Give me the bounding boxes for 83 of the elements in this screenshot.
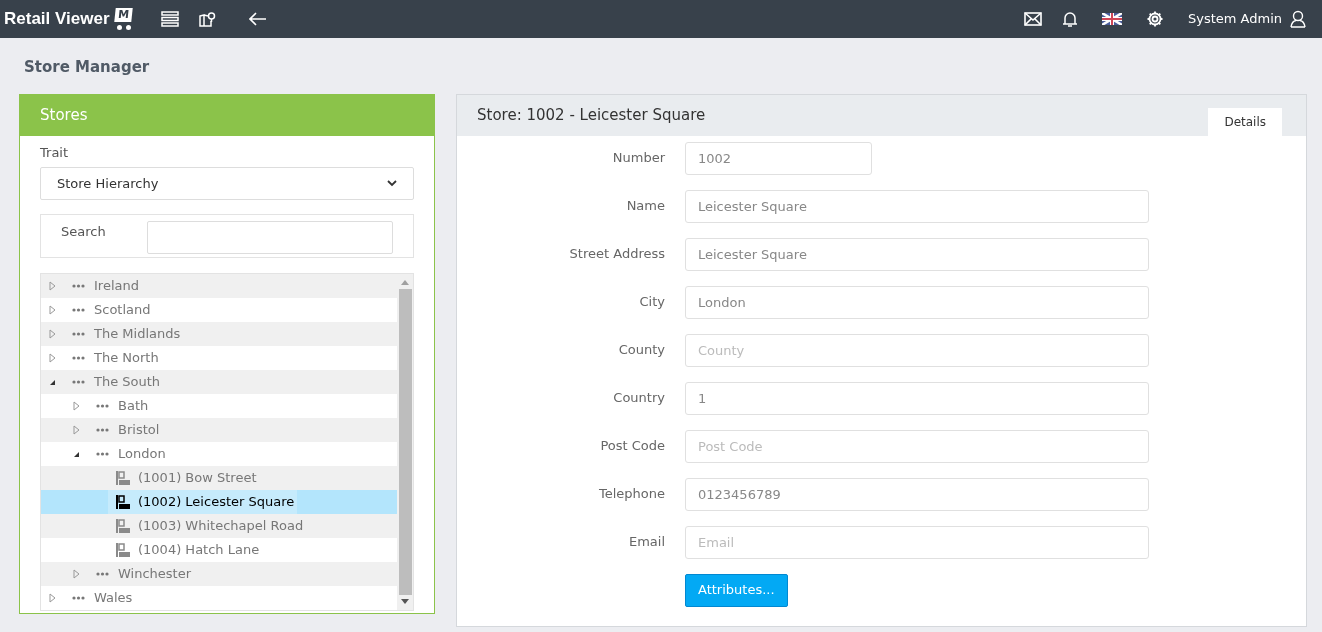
- tree-row[interactable]: Bristol: [41, 418, 397, 442]
- trait-select[interactable]: Store Hierarchy: [40, 167, 414, 200]
- tree-row[interactable]: (1002) Leicester Square: [41, 490, 397, 514]
- settings-icon[interactable]: [1145, 10, 1164, 28]
- tree-label: Wales: [94, 589, 133, 608]
- text-field[interactable]: London: [685, 285, 1149, 319]
- field-label: Street Address: [568, 245, 665, 264]
- text-field[interactable]: 1: [685, 381, 1149, 415]
- tree-label: Winchester: [118, 565, 192, 584]
- dots-icon: [72, 284, 85, 288]
- dots-icon: [72, 332, 85, 336]
- user-name[interactable]: System Admin: [1187, 9, 1282, 29]
- tree-label: Bristol: [118, 421, 160, 440]
- store-icon: [116, 519, 130, 533]
- tree-label: Ireland: [94, 277, 139, 296]
- tree-label: The South: [94, 373, 161, 392]
- page-title: Store Manager: [24, 57, 151, 78]
- details-tab[interactable]: Details: [1208, 107, 1282, 136]
- field-label: City: [638, 293, 665, 312]
- field-label: County: [617, 341, 665, 360]
- field-label: Telephone: [597, 485, 665, 504]
- tree-label: (1001) Bow Street: [138, 469, 257, 488]
- collapsed-caret-icon[interactable]: [49, 353, 56, 363]
- panel-title: Stores: [40, 104, 88, 126]
- tree-row[interactable]: Winchester: [41, 562, 397, 586]
- field-label: Email: [627, 533, 665, 552]
- field-label: Name: [625, 197, 665, 216]
- panel-title: Store: 1002 - Leicester Square: [477, 104, 706, 126]
- map-pin-icon[interactable]: [198, 11, 217, 27]
- dots-icon: [96, 452, 109, 456]
- tree-label: (1002) Leicester Square: [138, 493, 295, 512]
- tree-label: Scotland: [94, 301, 151, 320]
- chevron-down-icon: [387, 180, 397, 187]
- field-label: Search: [61, 223, 107, 241]
- scroll-down-icon[interactable]: [401, 599, 409, 604]
- tree-row[interactable]: (1003) Whitechapel Road: [41, 514, 397, 538]
- dots-icon: [72, 596, 85, 600]
- store-icon: [116, 543, 130, 557]
- tree-row[interactable]: (1001) Bow Street: [41, 466, 397, 490]
- text-field[interactable]: Email: [685, 525, 1149, 559]
- dots-icon: [96, 404, 109, 408]
- collapsed-caret-icon[interactable]: [73, 401, 80, 411]
- field-label: Country: [612, 389, 665, 408]
- tree-row[interactable]: The Midlands: [41, 322, 397, 346]
- flag-icon[interactable]: [1101, 13, 1122, 25]
- scrollbar[interactable]: [397, 274, 413, 610]
- dots-icon: [72, 380, 85, 384]
- tree-label: London: [118, 445, 166, 464]
- bell-icon[interactable]: [1061, 10, 1078, 28]
- dots-icon: [96, 428, 109, 432]
- tree-row[interactable]: Ireland: [41, 274, 397, 298]
- text-field[interactable]: Leicester Square: [685, 189, 1149, 223]
- dots-icon: [96, 572, 109, 576]
- expanded-caret-icon[interactable]: [49, 378, 56, 386]
- text-field[interactable]: Leicester Square: [685, 237, 1149, 271]
- store-icon: [116, 471, 130, 485]
- logo-text: Retail Viewer: [4, 8, 110, 31]
- field-label: Number: [611, 149, 665, 168]
- tree-row[interactable]: The South: [41, 370, 397, 394]
- back-arrow-icon[interactable]: [248, 12, 267, 26]
- attributes-button[interactable]: Attributes...: [685, 573, 788, 607]
- field-label: Post Code: [599, 437, 665, 456]
- cart-logo: M: [110, 0, 137, 34]
- mail-icon[interactable]: [1023, 12, 1042, 26]
- expanded-caret-icon[interactable]: [73, 450, 80, 458]
- tree-label: The Midlands: [94, 325, 181, 344]
- tree-label: Bath: [118, 397, 149, 416]
- menu-icon[interactable]: [160, 11, 179, 27]
- user-icon[interactable]: [1290, 10, 1306, 28]
- text-field[interactable]: County: [685, 333, 1149, 367]
- tree-label: (1004) Hatch Lane: [138, 541, 260, 560]
- text-field[interactable]: 0123456789: [685, 477, 1149, 511]
- tree-label: (1003) Whitechapel Road: [138, 517, 304, 536]
- store-icon: [116, 495, 130, 509]
- tree-label: The North: [94, 349, 159, 368]
- collapsed-caret-icon[interactable]: [49, 593, 56, 603]
- dots-icon: [72, 308, 85, 312]
- text-field[interactable]: Post Code: [685, 429, 1149, 463]
- collapsed-caret-icon[interactable]: [49, 305, 56, 315]
- search-field[interactable]: [147, 221, 393, 254]
- field-label: Trait: [40, 143, 70, 162]
- text-field[interactable]: 1002: [685, 141, 872, 175]
- dots-icon: [72, 356, 85, 360]
